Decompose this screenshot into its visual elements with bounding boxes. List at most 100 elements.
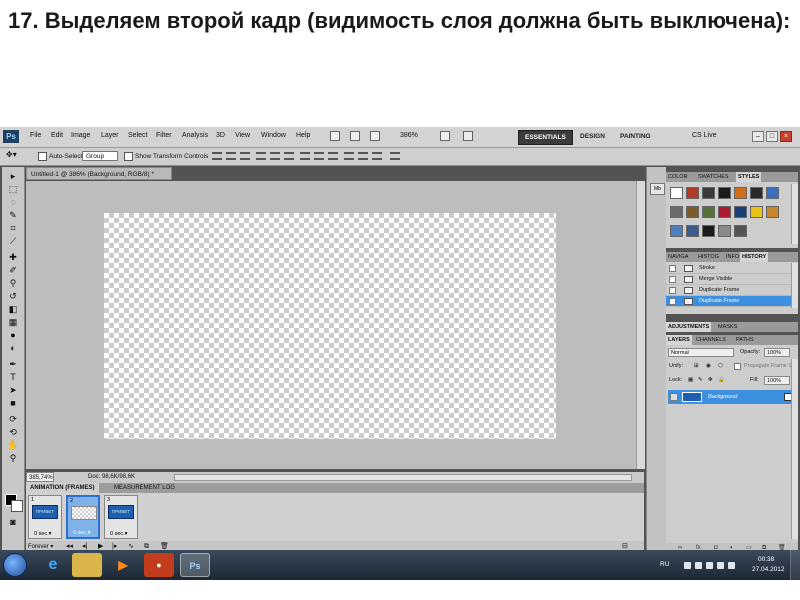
show-transform-option[interactable]: Show Transform Controls — [124, 152, 208, 161]
lock-pixels-icon[interactable]: ✎ — [698, 375, 703, 386]
frame-delay[interactable]: 0 sec.▾ — [34, 531, 51, 537]
menu-help[interactable]: Help — [296, 132, 310, 139]
menu-window[interactable]: Window — [261, 132, 286, 139]
menu-file[interactable]: File — [30, 132, 41, 139]
history-state-selected[interactable]: Duplicate Frame — [666, 296, 791, 307]
menu-layer[interactable]: Layer — [101, 132, 119, 139]
document-vertical-scrollbar[interactable] — [636, 181, 645, 469]
document-tab[interactable]: Untitled-1 @ 386% (Background, RGB/8) * — [26, 167, 172, 180]
lasso-tool-icon[interactable]: ◌ — [7, 197, 19, 207]
photoshop-taskbar-icon[interactable]: Ps — [180, 553, 210, 577]
layer-name[interactable]: Background — [708, 390, 737, 404]
auto-select-dropdown[interactable]: Group — [82, 151, 118, 161]
auto-select-option[interactable]: Auto-Select: — [38, 152, 84, 161]
menu-view[interactable]: View — [235, 132, 250, 139]
style-swatch[interactable] — [718, 206, 731, 218]
frame-delay[interactable]: 0 sec.▾ — [73, 530, 90, 536]
tray-network-icon[interactable] — [706, 562, 713, 569]
arrange-documents-icon[interactable] — [440, 131, 450, 141]
zoom-tool-icon[interactable]: ⚲ — [7, 453, 19, 463]
tray-volume-icon[interactable] — [728, 562, 735, 569]
zoom-field[interactable]: 385,74% — [26, 472, 54, 482]
style-swatch[interactable] — [686, 206, 699, 218]
style-swatch[interactable] — [734, 206, 747, 218]
zoom-level-menu[interactable]: 386% — [400, 132, 418, 139]
explorer-folder-icon[interactable] — [72, 553, 102, 577]
menu-image[interactable]: Image — [71, 132, 90, 139]
tab-measurement-log[interactable]: MEASUREMENT LOG — [110, 483, 179, 493]
tab-info[interactable]: INFO — [724, 252, 741, 262]
move-tool-icon[interactable]: ▸ — [7, 171, 19, 181]
lock-position-icon[interactable]: ✥ — [708, 375, 713, 386]
tab-color[interactable]: COLOR — [666, 172, 690, 182]
tab-histogram[interactable]: HISTOG — [696, 252, 721, 262]
history-checkbox[interactable] — [669, 287, 676, 294]
tab-navigator[interactable]: NAVIGA — [666, 252, 690, 262]
cs-live-button[interactable]: CS Live — [692, 132, 717, 139]
crop-tool-icon[interactable]: ⌗ — [7, 223, 19, 233]
minimize-button[interactable]: – — [752, 131, 764, 142]
layer-row-background[interactable]: Background — [668, 390, 796, 404]
frame-delay[interactable]: 0 sec.▾ — [110, 531, 127, 537]
unify-position-icon[interactable]: ⊞ — [694, 361, 699, 372]
workspace-essentials[interactable]: ESSENTIALS — [518, 130, 573, 145]
transparent-canvas[interactable] — [104, 213, 556, 439]
distribute-hcenter-icon[interactable] — [358, 152, 368, 160]
tab-layers[interactable]: LAYERS — [666, 335, 692, 345]
distribute-bottom-icon[interactable] — [328, 152, 338, 160]
style-swatch[interactable] — [702, 206, 715, 218]
animation-frame-1[interactable]: 1 ПРИВЕТ 0 sec.▾ — [28, 495, 62, 539]
history-scrollbar[interactable] — [791, 263, 798, 308]
3d-rotate-tool-icon[interactable]: ⟳ — [7, 414, 19, 424]
history-brush-tool-icon[interactable]: ↺ — [7, 291, 19, 301]
mini-bridge-icon[interactable] — [350, 131, 360, 141]
eyedropper-tool-icon[interactable]: ⟋ — [7, 236, 19, 246]
tray-arrow-icon[interactable] — [684, 562, 691, 569]
animation-frame-2[interactable]: 2 0 sec.▾ — [66, 495, 100, 539]
style-swatch[interactable] — [734, 225, 747, 237]
tab-masks[interactable]: MASKS — [716, 322, 739, 332]
show-desktop-button[interactable] — [790, 550, 800, 580]
gradient-tool-icon[interactable]: ▦ — [7, 317, 19, 327]
tab-animation-frames[interactable]: ANIMATION (FRAMES) — [26, 483, 99, 493]
shape-tool-icon[interactable]: ■ — [7, 398, 19, 408]
blend-mode-dropdown[interactable]: Normal — [668, 348, 734, 357]
style-swatch[interactable] — [686, 225, 699, 237]
history-state[interactable]: Duplicate Frame — [666, 285, 791, 296]
clock-date[interactable]: 27.04.2012 — [752, 566, 785, 573]
clock-time[interactable]: 00:38 — [758, 556, 774, 563]
media-player-icon[interactable]: ▶ — [108, 553, 138, 577]
style-swatch[interactable] — [750, 206, 763, 218]
eraser-tool-icon[interactable]: ◧ — [7, 304, 19, 314]
align-left-icon[interactable] — [256, 152, 266, 160]
align-top-icon[interactable] — [212, 152, 222, 160]
auto-select-checkbox[interactable] — [38, 152, 47, 161]
menu-select[interactable]: Select — [128, 132, 147, 139]
start-button[interactable] — [3, 553, 27, 577]
style-swatch[interactable] — [670, 187, 683, 199]
style-swatch[interactable] — [734, 187, 747, 199]
tab-channels[interactable]: CHANNELS — [694, 335, 728, 345]
tab-styles[interactable]: STYLES — [736, 172, 762, 182]
align-vcenter-icon[interactable] — [226, 152, 236, 160]
distribute-right-icon[interactable] — [372, 152, 382, 160]
distribute-top-icon[interactable] — [300, 152, 310, 160]
menu-edit[interactable]: Edit — [51, 132, 63, 139]
3d-orbit-tool-icon[interactable]: ⟲ — [7, 427, 19, 437]
style-swatch[interactable] — [670, 206, 683, 218]
history-state[interactable]: Merge Visible — [666, 274, 791, 285]
quick-mask-icon[interactable]: ◙ — [7, 517, 19, 527]
quick-select-tool-icon[interactable]: ✎ — [7, 210, 19, 220]
language-indicator[interactable]: RU — [660, 561, 669, 568]
healing-brush-tool-icon[interactable]: ✚ — [7, 252, 19, 262]
history-checkbox[interactable] — [669, 265, 676, 272]
align-right-icon[interactable] — [284, 152, 294, 160]
style-swatch[interactable] — [718, 225, 731, 237]
tray-flag-icon[interactable] — [695, 562, 702, 569]
camtasia-icon[interactable]: ● — [144, 553, 174, 577]
style-swatch[interactable] — [766, 206, 779, 218]
style-swatch[interactable] — [702, 187, 715, 199]
close-button[interactable]: × — [780, 131, 792, 142]
show-transform-checkbox[interactable] — [124, 152, 133, 161]
history-checkbox[interactable] — [669, 298, 676, 305]
